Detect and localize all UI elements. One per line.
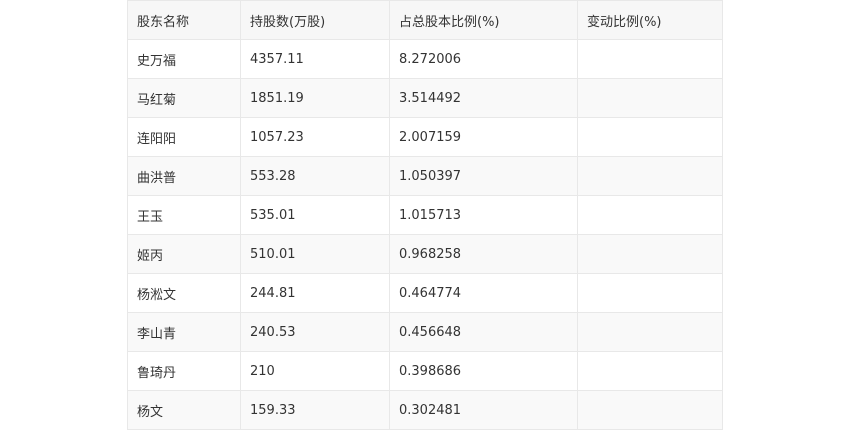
header-shareholder-name: 股东名称 bbox=[127, 0, 241, 40]
cell-shareholder-name: 王玉 bbox=[127, 195, 241, 235]
header-change-ratio: 变动比例(%) bbox=[577, 0, 723, 40]
cell-shareholder-name: 鲁琦丹 bbox=[127, 351, 241, 391]
cell-share-ratio: 0.302481 bbox=[389, 390, 578, 430]
header-row: 股东名称 持股数(万股) 占总股本比例(%) 变动比例(%) bbox=[127, 0, 723, 40]
cell-change-ratio bbox=[577, 312, 723, 352]
cell-shareholder-name: 杨文 bbox=[127, 390, 241, 430]
cell-shareholder-name: 连阳阳 bbox=[127, 117, 241, 157]
cell-change-ratio bbox=[577, 234, 723, 274]
cell-share-ratio: 0.464774 bbox=[389, 273, 578, 313]
cell-shareholder-name: 李山青 bbox=[127, 312, 241, 352]
header-shares-held: 持股数(万股) bbox=[240, 0, 390, 40]
table-row: 马红菊 1851.19 3.514492 bbox=[127, 78, 723, 118]
cell-change-ratio bbox=[577, 390, 723, 430]
cell-share-ratio: 8.272006 bbox=[389, 39, 578, 79]
table-row: 姬丙 510.01 0.968258 bbox=[127, 234, 723, 274]
table-row: 王玉 535.01 1.015713 bbox=[127, 195, 723, 235]
cell-shares-held: 1851.19 bbox=[240, 78, 390, 118]
cell-shares-held: 553.28 bbox=[240, 156, 390, 196]
table-row: 鲁琦丹 210 0.398686 bbox=[127, 351, 723, 391]
table-header: 股东名称 持股数(万股) 占总股本比例(%) 变动比例(%) bbox=[127, 0, 723, 40]
cell-shareholder-name: 史万福 bbox=[127, 39, 241, 79]
cell-shares-held: 159.33 bbox=[240, 390, 390, 430]
cell-shares-held: 535.01 bbox=[240, 195, 390, 235]
cell-share-ratio: 1.050397 bbox=[389, 156, 578, 196]
cell-shares-held: 210 bbox=[240, 351, 390, 391]
shareholder-table-container: 股东名称 持股数(万股) 占总股本比例(%) 变动比例(%) 史万福 4357.… bbox=[127, 0, 723, 430]
cell-change-ratio bbox=[577, 78, 723, 118]
table-row: 杨文 159.33 0.302481 bbox=[127, 390, 723, 430]
cell-change-ratio bbox=[577, 156, 723, 196]
cell-share-ratio: 2.007159 bbox=[389, 117, 578, 157]
cell-change-ratio bbox=[577, 195, 723, 235]
cell-shares-held: 4357.11 bbox=[240, 39, 390, 79]
cell-change-ratio bbox=[577, 39, 723, 79]
cell-shareholder-name: 马红菊 bbox=[127, 78, 241, 118]
cell-share-ratio: 0.456648 bbox=[389, 312, 578, 352]
cell-shareholder-name: 姬丙 bbox=[127, 234, 241, 274]
cell-change-ratio bbox=[577, 273, 723, 313]
cell-shares-held: 510.01 bbox=[240, 234, 390, 274]
cell-shareholder-name: 曲洪普 bbox=[127, 156, 241, 196]
cell-shares-held: 1057.23 bbox=[240, 117, 390, 157]
table-row: 史万福 4357.11 8.272006 bbox=[127, 39, 723, 79]
table-row: 杨淞文 244.81 0.464774 bbox=[127, 273, 723, 313]
cell-shares-held: 244.81 bbox=[240, 273, 390, 313]
cell-share-ratio: 0.398686 bbox=[389, 351, 578, 391]
table-row: 曲洪普 553.28 1.050397 bbox=[127, 156, 723, 196]
table-row: 李山青 240.53 0.456648 bbox=[127, 312, 723, 352]
cell-share-ratio: 3.514492 bbox=[389, 78, 578, 118]
shareholder-table: 股东名称 持股数(万股) 占总股本比例(%) 变动比例(%) 史万福 4357.… bbox=[127, 0, 723, 430]
cell-share-ratio: 1.015713 bbox=[389, 195, 578, 235]
cell-change-ratio bbox=[577, 351, 723, 391]
cell-change-ratio bbox=[577, 117, 723, 157]
header-share-ratio: 占总股本比例(%) bbox=[389, 0, 578, 40]
cell-shares-held: 240.53 bbox=[240, 312, 390, 352]
cell-share-ratio: 0.968258 bbox=[389, 234, 578, 274]
table-body: 史万福 4357.11 8.272006 马红菊 1851.19 3.51449… bbox=[127, 39, 723, 430]
table-row: 连阳阳 1057.23 2.007159 bbox=[127, 117, 723, 157]
cell-shareholder-name: 杨淞文 bbox=[127, 273, 241, 313]
